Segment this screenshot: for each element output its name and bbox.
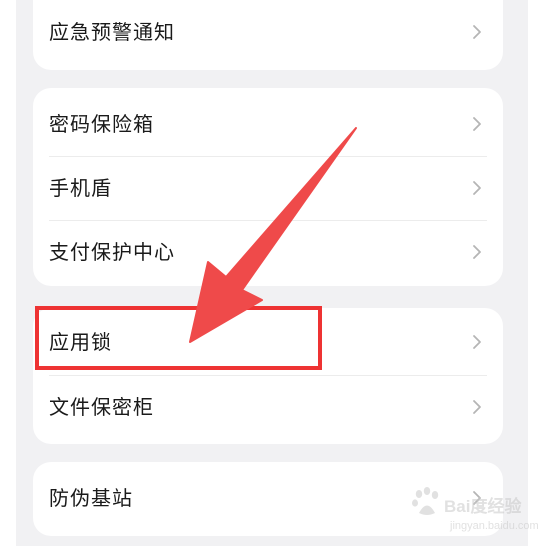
chevron-right-icon xyxy=(473,181,481,195)
chevron-right-icon xyxy=(473,335,481,349)
chevron-right-icon xyxy=(473,117,481,131)
settings-item-label: 密码保险箱 xyxy=(49,112,154,136)
chevron-right-icon xyxy=(473,25,481,39)
settings-item-payment-protection[interactable]: 支付保护中心 xyxy=(33,220,503,284)
settings-item-label: 应用锁 xyxy=(49,330,112,354)
chevron-right-icon xyxy=(473,400,481,414)
settings-item-label: 支付保护中心 xyxy=(49,240,175,264)
settings-card-emergency: 应急预警通知 xyxy=(33,0,503,70)
chevron-right-icon xyxy=(473,491,481,505)
settings-item-file-safe[interactable]: 文件保密柜 xyxy=(33,375,503,439)
settings-card-network: 防伪基站 xyxy=(33,462,503,536)
settings-item-password-vault[interactable]: 密码保险箱 xyxy=(33,92,503,156)
settings-item-emergency-alert[interactable]: 应急预警通知 xyxy=(33,0,503,64)
chevron-right-icon xyxy=(473,245,481,259)
settings-item-label: 防伪基站 xyxy=(49,486,133,510)
settings-card-security: 密码保险箱 手机盾 支付保护中心 xyxy=(33,88,503,286)
screen: 应急预警通知 密码保险箱 手机盾 支付保护中心 应用锁 文件保密柜 防伪基站 B… xyxy=(0,0,545,546)
settings-card-privacy: 应用锁 文件保密柜 xyxy=(33,308,503,444)
settings-item-app-lock[interactable]: 应用锁 xyxy=(33,310,503,374)
settings-item-fake-base-station[interactable]: 防伪基站 xyxy=(33,466,503,530)
settings-item-phone-shield[interactable]: 手机盾 xyxy=(33,156,503,220)
settings-item-label: 应急预警通知 xyxy=(49,20,175,44)
settings-item-label: 手机盾 xyxy=(49,176,112,200)
settings-item-label: 文件保密柜 xyxy=(49,395,154,419)
